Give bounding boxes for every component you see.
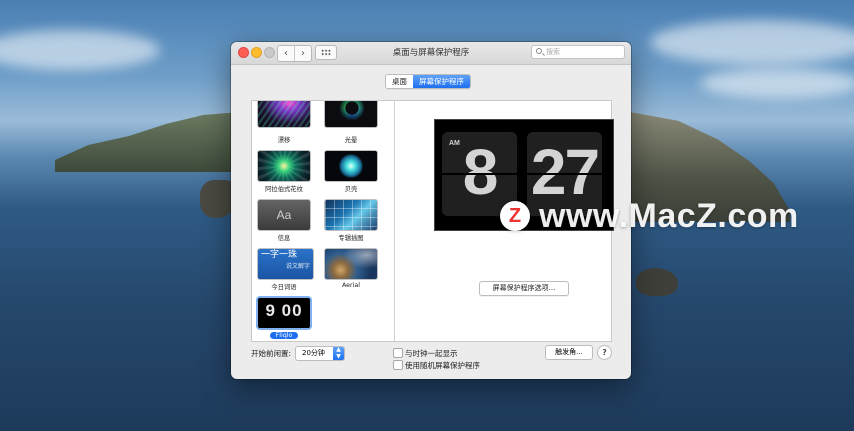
- screensaver-label: 今日词语: [271, 284, 297, 291]
- title-bar: ‹ › 桌面与屏幕保护程序 搜索: [231, 42, 631, 65]
- screensaver-label: 阿拉伯式花纹: [265, 186, 303, 193]
- screensaver-label: 贝壳: [344, 186, 358, 193]
- screensaver-thumb-arabesque[interactable]: [258, 151, 310, 181]
- hot-corners-button[interactable]: 触发角...: [545, 345, 593, 360]
- screensaver-label: 专辑插图: [338, 235, 364, 242]
- tab-screensaver[interactable]: 屏幕保护程序: [413, 75, 470, 88]
- cloud: [650, 20, 854, 65]
- screensaver-thumb-message[interactable]: Aa: [258, 200, 310, 230]
- screensaver-options-button[interactable]: 屏幕保护程序选项...: [479, 281, 569, 296]
- cloud: [700, 68, 854, 98]
- popup-arrows-icon: ▲ ▼: [333, 346, 344, 360]
- screensaver-thumb-aerial[interactable]: [325, 249, 377, 279]
- screensaver-thumb-album[interactable]: [325, 200, 377, 230]
- idle-time-popup[interactable]: 20分钟 ▲ ▼: [295, 346, 345, 361]
- search-placeholder: 搜索: [546, 48, 560, 56]
- screensaver-label: Aerial: [341, 282, 361, 289]
- search-icon: [536, 48, 542, 54]
- screensaver-label: 光晕: [344, 137, 358, 144]
- search-field[interactable]: 搜索: [531, 45, 625, 59]
- screensaver-label: 信息: [277, 235, 291, 242]
- watermark-text: www.MacZ.com: [539, 196, 799, 235]
- screensaver-label: 漂移: [277, 137, 291, 144]
- word-thumb-text: 一字一珠: [261, 250, 298, 260]
- screensaver-label-selected: Fliqlo: [270, 332, 298, 339]
- screensaver-thumb-flurry[interactable]: [325, 101, 377, 127]
- cloud: [0, 30, 160, 70]
- fliqlo-thumb-digits: 9 00: [265, 301, 303, 320]
- screensaver-thumb-shell[interactable]: [325, 151, 377, 181]
- watermark: Z www.MacZ.com: [500, 196, 799, 236]
- random-screensaver-checkbox[interactable]: [393, 360, 403, 370]
- idle-label: 开始前闲置:: [251, 349, 292, 358]
- island-left: [55, 112, 240, 172]
- show-with-clock-label: 与时钟一起显示: [405, 349, 458, 358]
- screensaver-thumb-word[interactable]: 一字一珠 说文解字: [258, 249, 313, 279]
- show-with-clock-checkbox[interactable]: [393, 348, 403, 358]
- screensaver-list[interactable]: 漂移 光晕 阿拉伯式花纹 贝壳 Aa 信息 专辑插图 一字一珠 说文解字 今日词…: [252, 101, 395, 341]
- word-thumb-subtext: 说文解字: [285, 263, 310, 270]
- random-screensaver-label: 使用随机屏幕保护程序: [405, 361, 480, 370]
- tab-desktop[interactable]: 桌面: [386, 75, 413, 88]
- watermark-logo: Z: [500, 201, 530, 231]
- rock: [636, 268, 678, 296]
- segmented-tabs: 桌面 屏幕保护程序: [385, 74, 471, 89]
- screensaver-thumb-fliqlo[interactable]: 9 00: [258, 298, 310, 328]
- help-button[interactable]: ?: [597, 345, 612, 360]
- screensaver-thumb-drift[interactable]: [258, 101, 310, 127]
- idle-time-value: 20分钟: [302, 349, 325, 357]
